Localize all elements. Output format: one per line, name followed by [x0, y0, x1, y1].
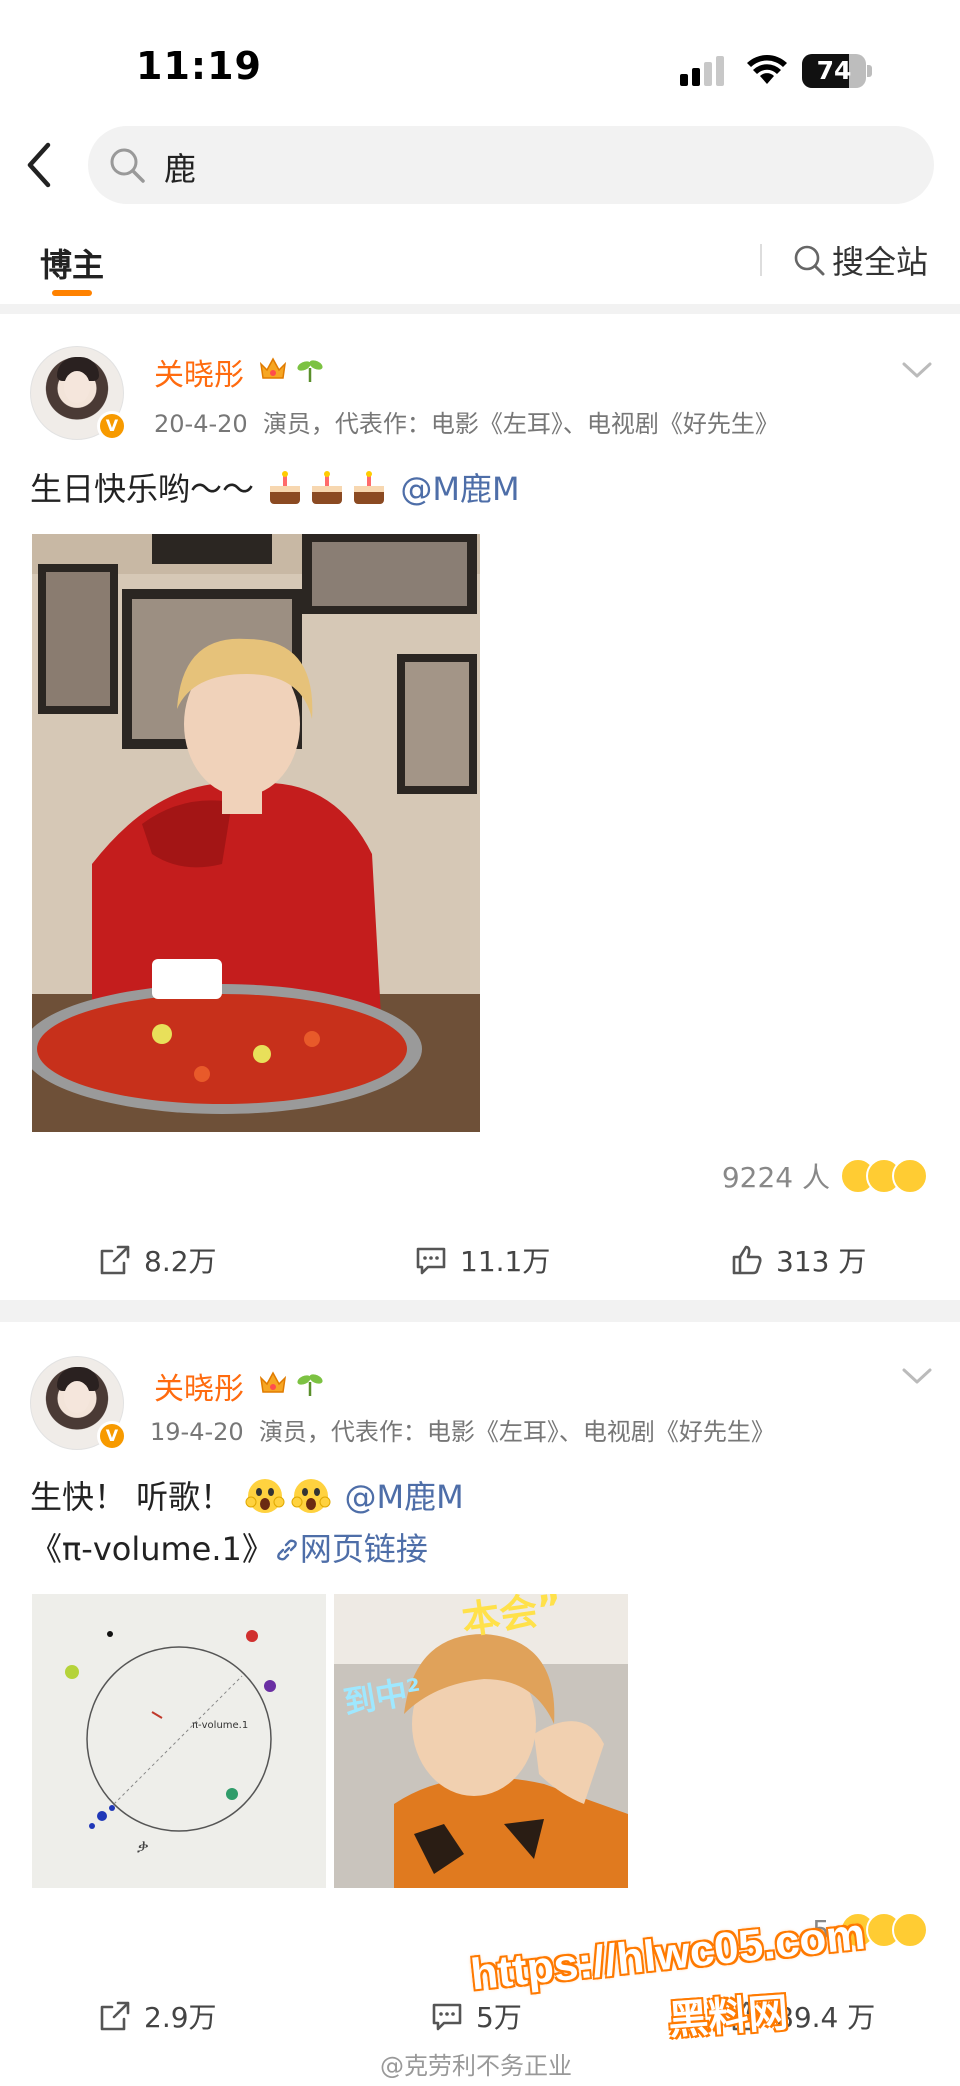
wifi-icon: [747, 55, 787, 84]
search-all-label: 搜全站: [832, 243, 929, 281]
cake-emoji-icon: [312, 471, 343, 504]
search-icon: [794, 245, 825, 276]
post-card: V 关晓彤 20-4-20 演员，代表作：电影《左耳》、电视剧《好先生》 生日快…: [0, 314, 960, 1300]
crown-icon: [259, 1371, 287, 1393]
back-arrow-icon[interactable]: [20, 140, 60, 190]
chevron-down-icon[interactable]: [900, 360, 934, 380]
reaction-summary[interactable]: 9224 人: [722, 1156, 930, 1196]
post-text: 生快！ 听歌！ @M鹿M: [30, 1472, 464, 1518]
link-icon: [277, 1539, 297, 1561]
thumbs-up-icon: [732, 1245, 762, 1275]
photo-person-orange-shirt: 本会” 到中²: [334, 1594, 628, 1888]
comment-count: 11.1万: [460, 1245, 551, 1278]
avatar[interactable]: V: [30, 346, 127, 441]
crown-icon: [259, 357, 287, 379]
repost-button[interactable]: 8.2万: [98, 1220, 217, 1300]
cake-emoji-icon: [270, 471, 301, 504]
status-bar: 11:19 74: [0, 0, 960, 120]
search-all-button[interactable]: 搜全站: [792, 240, 929, 281]
user-bio: 演员，代表作：电影《左耳》、电视剧《好先生》: [262, 410, 779, 438]
verified-badge-icon: V: [97, 411, 127, 441]
post-image[interactable]: 本会” 到中²: [334, 1594, 628, 1888]
album-cover-caption: π-volume.1: [192, 1720, 248, 1731]
repost-count: 2.9万: [144, 2001, 217, 2034]
verified-badge-icon: V: [97, 1421, 127, 1451]
watermark-credit: @克劳利不务正业: [380, 2052, 572, 2080]
post-text-line2: 《π-volume.1》 网页链接: [30, 1524, 428, 1570]
post-body: 生快！ 听歌！: [30, 1478, 233, 1516]
album-title: 《π-volume.1》: [30, 1530, 274, 1568]
post-date: 20-4-20: [154, 410, 248, 438]
section-divider: [0, 304, 960, 314]
post-date: 19-4-20: [150, 1418, 244, 1446]
search-query: 鹿: [164, 150, 197, 188]
tab-divider: [760, 244, 762, 276]
tab-active-indicator: [52, 290, 92, 296]
reaction-emojis-icon: [840, 1158, 930, 1194]
comment-button[interactable]: 11.1万: [414, 1220, 550, 1300]
like-count: 313 万: [776, 1245, 867, 1278]
avatar[interactable]: V: [30, 1356, 127, 1451]
user-bio: 演员，代表作：电影《左耳》、电视剧《好先生》: [258, 1418, 775, 1446]
sprout-icon: [297, 1374, 323, 1396]
comment-icon: [432, 2003, 462, 2031]
scream-emoji-icon: [245, 1479, 285, 1513]
repost-button[interactable]: 2.9万: [98, 1976, 217, 2056]
web-link[interactable]: 网页链接: [300, 1530, 428, 1568]
post-image[interactable]: π-volume.1 ቃ: [32, 1594, 326, 1888]
comment-count: 5万: [476, 2001, 522, 2034]
like-button[interactable]: 313 万: [730, 1220, 866, 1300]
svg-text:ቃ: ቃ: [137, 1837, 149, 1856]
repost-count: 8.2万: [144, 1245, 217, 1278]
cellular-signal-icon: [680, 56, 724, 86]
reaction-count: 9224 人: [721, 1161, 830, 1194]
mention-link[interactable]: @M鹿M: [400, 470, 519, 508]
chevron-down-icon[interactable]: [900, 1366, 934, 1386]
post-meta: 20-4-20 演员，代表作：电影《左耳》、电视剧《好先生》: [154, 404, 779, 439]
post-meta: 19-4-20 演员，代表作：电影《左耳》、电视剧《好先生》: [150, 1412, 775, 1447]
scream-emoji-icon: [291, 1479, 331, 1513]
status-time: 11:19: [136, 44, 262, 88]
comment-icon: [416, 1247, 446, 1275]
like-count: 89.4 万: [776, 2001, 876, 2034]
tab-bloggers[interactable]: 博主: [40, 240, 104, 286]
sprout-icon: [297, 360, 323, 382]
post-action-bar: 8.2万 11.1万 313 万: [0, 1220, 960, 1300]
mention-link[interactable]: @M鹿M: [345, 1478, 464, 1516]
photo-person-red-hoodie: [32, 534, 480, 1132]
post-text: 生日快乐哟～～ @M鹿M: [30, 464, 520, 510]
username[interactable]: 关晓彤: [154, 1364, 244, 1408]
post-image[interactable]: [32, 534, 480, 1132]
search-input[interactable]: 鹿: [88, 126, 934, 204]
watermark-brand: 黑料网: [666, 1989, 790, 2045]
repost-icon: [100, 1245, 130, 1275]
cake-emoji-icon: [354, 471, 385, 504]
post-body: 生日快乐哟～～: [30, 470, 255, 508]
username[interactable]: 关晓彤: [154, 350, 244, 394]
album-cover-image: π-volume.1 ቃ: [32, 1594, 326, 1888]
repost-icon: [100, 2001, 130, 2031]
section-divider: [0, 1300, 960, 1322]
battery-indicator: 74: [802, 54, 872, 88]
battery-level: 74: [816, 56, 852, 85]
search-icon: [110, 148, 145, 183]
